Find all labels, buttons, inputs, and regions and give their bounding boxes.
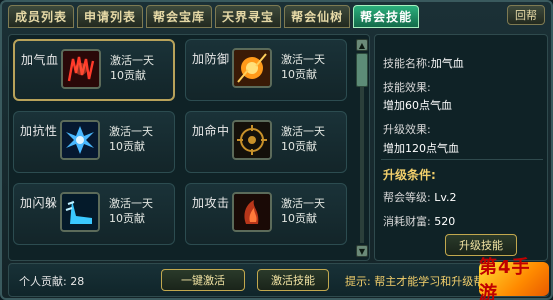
skill-card-attack[interactable]: 加攻击 激活一天 10贡献 xyxy=(185,183,347,245)
skill-card-defense[interactable]: 加防御 激活一天 10贡献 xyxy=(185,39,347,101)
upgrade-effect-value: 增加120点气血 xyxy=(383,142,459,155)
guild-window: 成员列表 申请列表 帮会宝库 天界寻宝 帮会仙树 帮会技能 回帮 加气血 激活一… xyxy=(0,0,553,300)
blood-icon xyxy=(61,49,101,89)
skill-info: 激活一天 10贡献 xyxy=(109,197,153,225)
tab-application-list[interactable]: 申请列表 xyxy=(77,5,144,28)
tab-member-list[interactable]: 成员列表 xyxy=(8,5,75,28)
skill-info: 激活一天 10贡献 xyxy=(110,54,154,82)
activate-all-button[interactable]: 一键激活 xyxy=(161,269,245,291)
scroll-thumb[interactable] xyxy=(356,53,368,87)
dodge-icon xyxy=(60,192,100,232)
skill-name: 加攻击 xyxy=(192,196,230,210)
skill-detail-panel: 技能名称:加气血 技能效果: 增加60点气血 升级效果: 增加120点气血 升级… xyxy=(374,34,548,261)
skill-list-scrollbar[interactable]: ▲ ▼ xyxy=(356,39,368,257)
scroll-up-icon[interactable]: ▲ xyxy=(356,39,368,51)
skill-name-row: 技能名称:加气血 xyxy=(383,57,464,70)
skill-info: 激活一天 10贡献 xyxy=(109,125,153,153)
cost-row: 消耗财富: 520 xyxy=(383,215,456,228)
watermark-logo: 第4手游 xyxy=(479,257,549,300)
upgrade-effect-label: 升级效果: xyxy=(383,123,431,136)
tab-guild-skills[interactable]: 帮会技能 xyxy=(353,5,420,28)
upgrade-condition-title: 升级条件: xyxy=(383,168,436,182)
scroll-down-icon[interactable]: ▼ xyxy=(356,245,368,257)
skill-card-dodge[interactable]: 加闪躲 激活一天 10贡献 xyxy=(13,183,175,245)
skill-name: 加抗性 xyxy=(20,124,58,138)
skill-card-resist[interactable]: 加抗性 激活一天 10贡献 xyxy=(13,111,175,173)
skill-info: 激活一天 10贡献 xyxy=(281,125,325,153)
guild-level-row: 帮会等级: Lv.2 xyxy=(383,191,457,204)
skill-grid: 加气血 激活一天 10贡献 加防御 激活一天 10贡献 加抗性 激活一天 10贡… xyxy=(8,34,370,261)
tab-heaven-treasure[interactable]: 天界寻宝 xyxy=(215,5,282,28)
tab-guild-treasury[interactable]: 帮会宝库 xyxy=(146,5,213,28)
divider xyxy=(381,159,543,160)
skill-card-blood[interactable]: 加气血 激活一天 10贡献 xyxy=(13,39,175,101)
hit-icon xyxy=(232,120,272,160)
attack-icon xyxy=(232,192,272,232)
skill-name: 加闪躲 xyxy=(20,196,58,210)
skill-info: 激活一天 10贡献 xyxy=(281,53,325,81)
skill-name: 加命中 xyxy=(192,124,230,138)
tab-bar: 成员列表 申请列表 帮会宝库 天界寻宝 帮会仙树 帮会技能 xyxy=(8,5,420,31)
resist-icon xyxy=(60,120,100,160)
skill-effect-value: 增加60点气血 xyxy=(383,99,452,112)
scroll-track[interactable] xyxy=(356,53,368,243)
defense-icon xyxy=(232,48,272,88)
contribution-row: 个人贡献: 28 xyxy=(19,275,85,288)
skill-name: 加防御 xyxy=(192,52,230,66)
tab-guild-tree[interactable]: 帮会仙树 xyxy=(284,5,351,28)
skill-card-hit[interactable]: 加命中 激活一天 10贡献 xyxy=(185,111,347,173)
skill-info: 激活一天 10贡献 xyxy=(281,197,325,225)
skill-effect-label: 技能效果: xyxy=(383,81,431,94)
bottom-bar: 个人贡献: 28 一键激活 激活技能 提示: 帮主才能学习和升级帮会技能 xyxy=(8,263,549,297)
activate-skill-button[interactable]: 激活技能 xyxy=(257,269,329,291)
skill-name: 加气血 xyxy=(21,53,59,67)
return-button[interactable]: 回帮 xyxy=(507,5,545,25)
